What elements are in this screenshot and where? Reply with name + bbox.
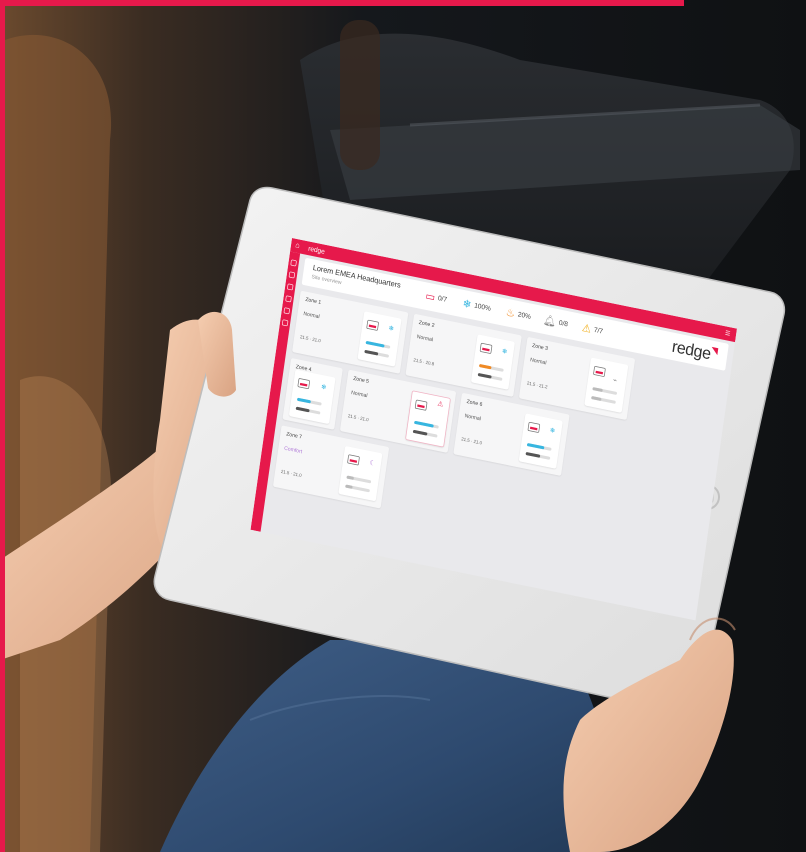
zone-meta: 21.5 · 21.0 — [347, 414, 369, 423]
sidebar-schedule-icon[interactable] — [285, 295, 292, 303]
snowflake-icon: ❄ — [320, 382, 328, 392]
zone-fan-bar — [525, 451, 551, 460]
zone-name: Zone 3 — [531, 343, 549, 352]
snowflake-icon: ❄ — [388, 323, 395, 333]
stat-alarms: 🔔︎ 0/8 — [542, 313, 569, 328]
moon-icon: ☾ — [368, 458, 376, 468]
device-icon — [347, 454, 360, 466]
alert-icon: ⚠ — [437, 399, 444, 409]
zone-fan-bar — [364, 349, 390, 358]
device-icon — [593, 365, 606, 378]
zone-name: Zone 2 — [418, 320, 435, 329]
zone-mode: Normal — [416, 334, 434, 343]
zone-level-bar — [296, 397, 322, 406]
zone-fan-bar — [591, 396, 616, 404]
stat-heating: ♨ 20% — [505, 305, 532, 321]
zone-meta: 21.5 · 21.0 — [280, 469, 302, 479]
zone-meta: 21.5 · 20.8 — [413, 358, 435, 367]
device-icon — [527, 421, 541, 434]
zone-fan-bar — [295, 406, 321, 415]
no-signal-icon: ⌁ — [612, 375, 618, 385]
warning-icon: ⚠ — [581, 321, 592, 335]
zone-device-panel[interactable]: ⌁ — [584, 357, 629, 413]
device-icon — [297, 377, 311, 390]
zone-level-bar — [346, 475, 372, 484]
zone-mode: Normal — [302, 311, 320, 320]
device-icon — [479, 342, 493, 355]
zone-device-panel[interactable]: ☾ — [338, 445, 383, 502]
stat-devices: ▭ 0/7 — [424, 289, 448, 304]
topbar-brand: redge — [307, 244, 326, 256]
user-icon[interactable]: ☰ — [725, 329, 731, 338]
zone-level-bar — [414, 420, 439, 429]
zone-fan-bar — [412, 429, 438, 438]
zone-device-panel[interactable]: ❄ — [288, 369, 336, 425]
device-icon — [366, 319, 380, 331]
sidebar-alerts-icon[interactable] — [286, 283, 294, 291]
snowflake-icon: ❄ — [462, 296, 473, 311]
zone-device-panel[interactable]: ❄ — [470, 334, 516, 390]
zone-meta: 21.5 · 21.2 — [526, 381, 548, 391]
stat-warnings: ⚠ 7/7 — [581, 321, 604, 336]
flame-icon: ♨ — [505, 305, 516, 320]
zone-name: Zone 5 — [352, 376, 370, 385]
snowflake-icon: ❄ — [549, 426, 556, 435]
zone-level-bar — [526, 442, 552, 451]
top-accent-bar — [0, 0, 684, 6]
zone-meta: 21.5 · 21.0 — [299, 335, 321, 344]
zone-card[interactable]: Zone 6 Normal 21.5 · 21.0 ❄ — [453, 392, 570, 476]
zone-card[interactable]: Zone 4 ❄ — [282, 357, 343, 430]
snowflake-icon: ❄ — [501, 347, 508, 356]
left-accent-bar — [0, 0, 5, 852]
zone-name: Zone 6 — [466, 399, 483, 408]
zone-device-panel[interactable]: ⚠ — [405, 390, 451, 448]
home-icon[interactable]: ⌂ — [295, 241, 301, 251]
zone-meta: 21.5 · 21.0 — [460, 437, 483, 446]
zone-mode: Normal — [464, 413, 482, 422]
zone-fan-bar — [345, 484, 370, 493]
zone-device-panel[interactable]: ❄ — [357, 311, 402, 367]
zone-level-bar — [478, 363, 504, 372]
sidebar-zones-icon[interactable] — [288, 271, 296, 279]
zone-level-bar — [592, 387, 618, 395]
redge-logo: redge◥ — [670, 336, 719, 364]
sidebar-users-icon[interactable] — [281, 319, 289, 327]
zone-fan-bar — [477, 372, 503, 381]
zone-name: Zone 7 — [285, 431, 303, 441]
bell-icon: 🔔︎ — [542, 313, 557, 328]
zone-mode: Comfort — [283, 445, 303, 455]
zone-level-bar — [365, 340, 391, 349]
zone-mode: Normal — [529, 357, 547, 366]
zone-device-panel[interactable]: ❄ — [518, 413, 563, 469]
sidebar-settings-icon[interactable] — [283, 307, 291, 315]
zone-name: Zone 1 — [305, 296, 322, 306]
zone-card[interactable]: Zone 7 Comfort 21.5 · 21.0 ☾ — [272, 425, 390, 509]
zone-mode: Normal — [350, 390, 368, 399]
sidebar-dashboard-icon[interactable] — [290, 259, 297, 267]
stat-cooling: ❄ 100% — [462, 296, 492, 313]
device-icon — [414, 399, 428, 411]
